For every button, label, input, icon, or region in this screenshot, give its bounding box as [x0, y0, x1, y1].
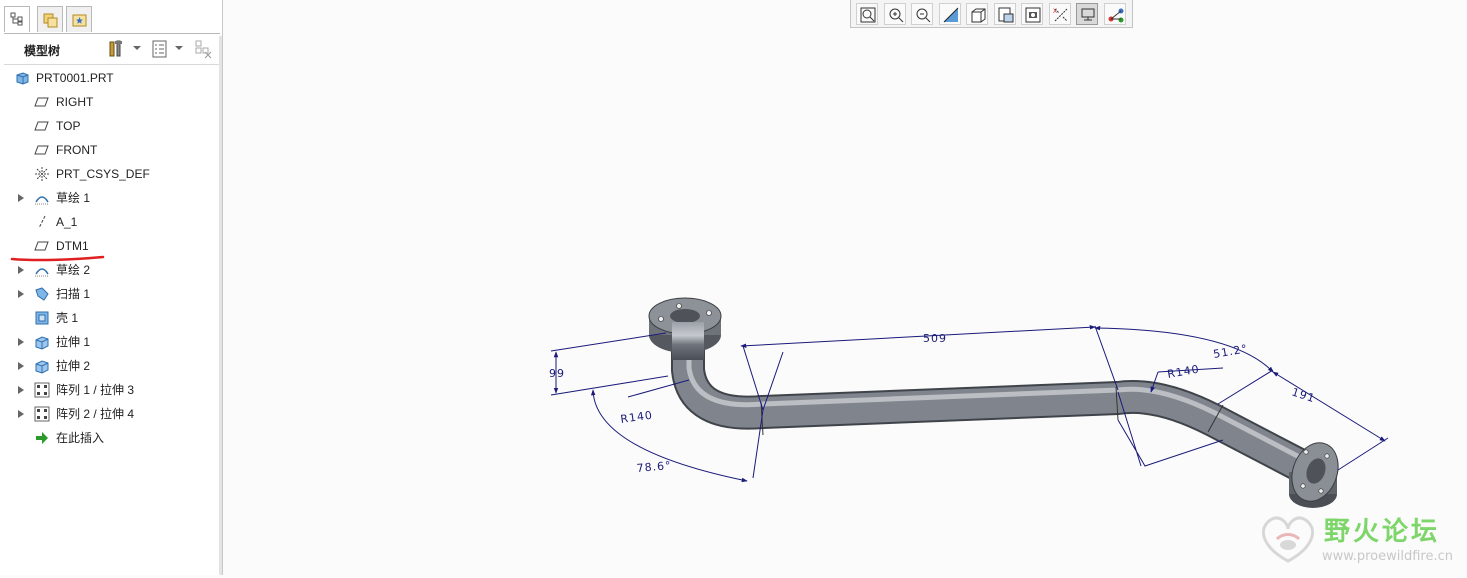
tree-item-prt-csys-def[interactable]: PRT_CSYS_DEF	[4, 164, 214, 184]
left-flange	[648, 297, 722, 360]
pattern-icon	[34, 406, 50, 422]
watermark-title: 野火论坛	[1324, 517, 1441, 547]
dim-99[interactable]: 99	[549, 367, 565, 380]
extrude-icon	[34, 334, 50, 350]
pattern-icon	[34, 382, 50, 398]
tree-item-label: 草绘 1	[56, 191, 91, 205]
tree-item-1[interactable]: 草绘 1	[4, 188, 214, 208]
tree-item-label: 阵列 2 / 拉伸 4	[56, 407, 135, 421]
panel-scrollbar[interactable]	[219, 36, 222, 575]
dim-r140-left[interactable]: R140	[620, 409, 654, 426]
favorites-tab[interactable]	[66, 6, 92, 32]
folder-browser-tab[interactable]	[37, 6, 63, 32]
settings-dropdown-icon[interactable]	[133, 46, 141, 50]
show-options-icon	[152, 40, 167, 58]
tree-item-2-4[interactable]: 阵列 2 / 拉伸 4	[4, 404, 214, 424]
tree-item-label: FRONT	[56, 143, 98, 157]
datum-plane-icon	[34, 118, 50, 134]
dim-509[interactable]: 509	[923, 332, 947, 345]
tree-item-label: DTM1	[56, 239, 89, 253]
tree-item-label: PRT_CSYS_DEF	[56, 167, 150, 181]
settings-button[interactable]	[107, 39, 127, 59]
watermark-logo-icon	[1262, 516, 1314, 563]
tree-item-1[interactable]: 拉伸 1	[4, 332, 214, 352]
csys-icon	[34, 166, 50, 182]
settings-tools-icon	[109, 40, 122, 57]
tree-item-label: A_1	[56, 215, 78, 229]
model-tree-panel: 模型树 PRT0001.PRT RIGHT TOP FRONT PRT_CSYS_DEF…	[0, 0, 223, 575]
insert-here-icon	[34, 430, 50, 446]
dim-51-2-deg[interactable]: 51.2°	[1212, 342, 1249, 361]
datum-plane-icon	[34, 94, 50, 110]
tree-item-top[interactable]: TOP	[4, 116, 214, 136]
tree-item-label: 在此插入	[56, 431, 105, 445]
tree-item-label: 扫描 1	[56, 287, 91, 301]
watermark-url: www.proewildfire.cn	[1322, 549, 1453, 564]
datum-plane-icon	[34, 238, 50, 254]
folder-browser-icon	[43, 13, 58, 28]
shell-icon	[34, 310, 50, 326]
tree-item-label: 拉伸 1	[56, 335, 91, 349]
graphics-viewport[interactable]: 509 51.2° 191 99 R140 R140 78.6°	[223, 0, 1467, 575]
tree-item-2[interactable]: 拉伸 2	[4, 356, 214, 376]
tree-item-prt0001-prt[interactable]: PRT0001.PRT	[4, 68, 214, 88]
tree-toolbar: 模型树	[4, 33, 220, 65]
tree-item-1[interactable]: 壳 1	[4, 308, 214, 328]
tree-item-label: RIGHT	[56, 95, 94, 109]
filter-icon	[195, 40, 212, 59]
tree-item-dtm1[interactable]: DTM1	[4, 236, 214, 256]
tree-item-label: TOP	[56, 119, 81, 133]
model-tree-title: 模型树	[24, 44, 61, 58]
tree-item-label: 壳 1	[56, 311, 79, 325]
tree-item-1-3[interactable]: 阵列 1 / 拉伸 3	[4, 380, 214, 400]
tree-item-a-1[interactable]: A_1	[4, 212, 214, 232]
datum-plane-icon	[34, 142, 50, 158]
model-tree-icon	[10, 12, 23, 26]
pipe-body	[671, 345, 1313, 484]
part-icon	[14, 70, 30, 86]
expand-arrow-icon[interactable]	[18, 290, 24, 298]
tree-item-label: 拉伸 2	[56, 359, 91, 373]
expand-arrow-icon[interactable]	[18, 194, 24, 202]
extrude-icon	[34, 358, 50, 374]
panel-tabs	[4, 6, 216, 32]
tree-item-item-15[interactable]: 在此插入	[4, 428, 214, 448]
tree-item-label: 阵列 1 / 拉伸 3	[56, 383, 135, 397]
sketch-icon	[34, 262, 50, 278]
watermark: 野火论坛 www.proewildfire.cn	[1255, 505, 1467, 575]
dim-191[interactable]: 191	[1290, 385, 1317, 405]
expand-arrow-icon[interactable]	[18, 410, 24, 418]
favorites-icon	[72, 14, 87, 27]
axis-icon	[34, 214, 50, 230]
tree-item-1[interactable]: 扫描 1	[4, 284, 214, 304]
show-button[interactable]	[150, 39, 170, 59]
tree-item-right[interactable]: RIGHT	[4, 92, 214, 112]
expand-arrow-icon[interactable]	[18, 386, 24, 394]
expand-arrow-icon[interactable]	[18, 338, 24, 346]
expand-arrow-icon[interactable]	[18, 266, 24, 274]
sweep-icon	[34, 286, 50, 302]
filter-button[interactable]	[194, 39, 214, 59]
model-drawing: 509 51.2° 191 99 R140 R140 78.6°	[549, 297, 1389, 508]
sketch-icon	[34, 190, 50, 206]
dim-r140-right[interactable]: R140	[1166, 362, 1200, 380]
model-tree-tab[interactable]	[4, 6, 30, 32]
tree-item-label: PRT0001.PRT	[36, 71, 114, 85]
dim-78-6-deg[interactable]: 78.6°	[636, 459, 672, 475]
tree-item-front[interactable]: FRONT	[4, 140, 214, 160]
red-underline-annotation	[10, 255, 105, 262]
expand-arrow-icon[interactable]	[18, 362, 24, 370]
show-dropdown-icon[interactable]	[175, 46, 183, 50]
